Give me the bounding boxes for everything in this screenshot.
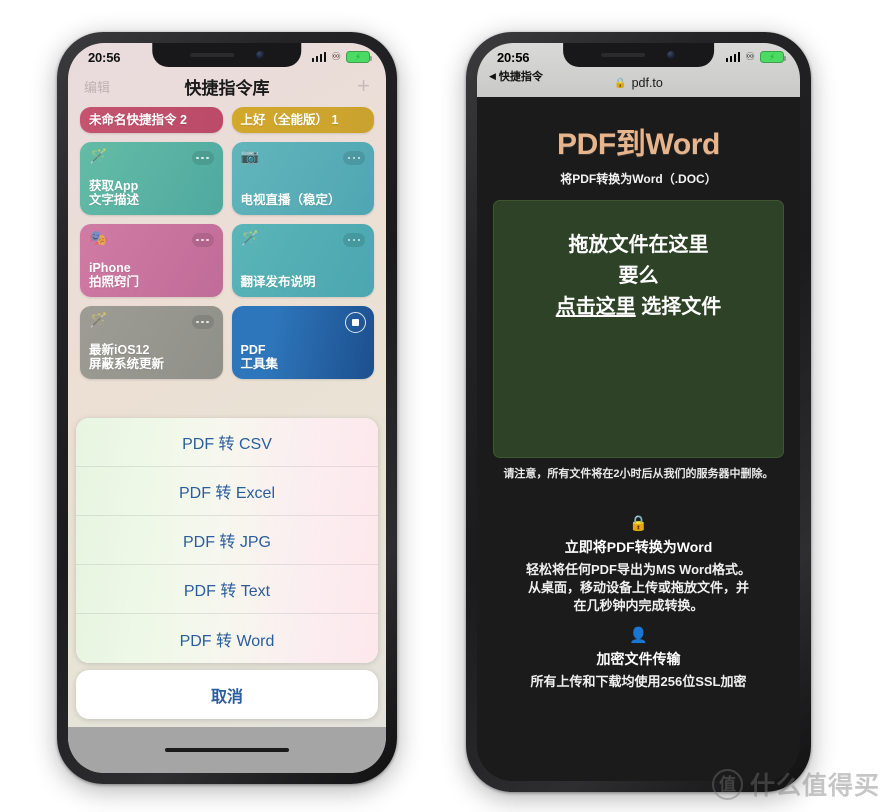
- shortcut-card[interactable]: 🪄 获取App 文字描述: [80, 142, 223, 215]
- shortcut-options-button[interactable]: [343, 233, 365, 247]
- safari-browser: 20:56 ♾ ⚡ 🔒 pdf.to ◀ 快捷指令 PDF到Word 将PDF转…: [477, 43, 800, 781]
- user-lock-icon: 👤: [629, 626, 648, 644]
- earpiece-speaker: [601, 53, 646, 57]
- notch: [562, 43, 715, 67]
- feature-heading: 立即将PDF转换为Word: [564, 538, 713, 555]
- pdf-to-page: PDF到Word 将PDF转换为Word（.DOC） 拖放文件在这里 要么 点击…: [477, 97, 800, 781]
- lock-icon: 🔒: [614, 77, 627, 89]
- cancel-button[interactable]: 取消: [76, 670, 378, 719]
- status-indicators: ♾ ⚡: [725, 50, 786, 63]
- page-title: 快捷指令库: [184, 78, 270, 98]
- shortcut-options-button[interactable]: [191, 315, 214, 329]
- shortcut-name: 获取App 文字描述: [89, 179, 140, 207]
- page-subheading: 将PDF转换为Word（.DOC）: [560, 172, 717, 186]
- cellular-signal-icon: [311, 52, 327, 62]
- dropzone-line-3: 点击这里 选择文件: [556, 290, 722, 319]
- network-activity-icon: ♾: [745, 50, 755, 63]
- feature-body: 所有上传和下载均使用256位SSL加密: [530, 673, 747, 689]
- shortcut-name: 未命名快捷指令 2: [89, 112, 187, 127]
- back-to-app-link[interactable]: ◀ 快捷指令: [489, 68, 543, 84]
- feature-body: 轻松将任何PDF导出为MS Word格式。 从桌面，移动设备上传或拖放文件，并 …: [525, 561, 752, 613]
- shortcut-card[interactable]: 🎭 iPhone 拍照窍门: [80, 224, 223, 297]
- lock-icon: 🔒: [629, 514, 648, 532]
- action-sheet-option[interactable]: PDF 转 Excel: [76, 467, 378, 516]
- notch: [152, 43, 302, 67]
- url-text: pdf.to: [631, 76, 663, 90]
- feature-convert: 🔒 立即将PDF转换为Word 轻松将任何PDF导出为MS Word格式。 从桌…: [491, 516, 786, 615]
- left-phone-screen: 20:56 ♾ ⚡ 编辑 快捷指令库 + 未命名快捷指令 2 上好（全能版） 1 🪄…: [68, 43, 386, 773]
- file-dropzone[interactable]: 拖放文件在这里 要么 点击这里 选择文件: [493, 200, 784, 458]
- edit-button[interactable]: 编辑: [84, 77, 110, 96]
- feature-heading: 加密文件传输: [596, 650, 681, 667]
- left-phone-frame: 20:56 ♾ ⚡ 编辑 快捷指令库 + 未命名快捷指令 2 上好（全能版） 1 🪄…: [57, 32, 397, 784]
- cellular-signal-icon: [725, 52, 741, 62]
- action-sheet: PDF 转 CSV PDF 转 Excel PDF 转 JPG PDF 转 Text P…: [68, 418, 386, 727]
- stop-running-icon[interactable]: [345, 312, 366, 333]
- add-shortcut-button[interactable]: +: [357, 75, 370, 97]
- back-arrow-icon: ◀: [489, 70, 496, 81]
- shortcut-options-button[interactable]: [191, 233, 214, 247]
- action-sheet-option[interactable]: PDF 转 CSV: [76, 418, 378, 467]
- status-time: 20:56: [497, 49, 530, 65]
- battery-charging-icon: ⚡: [346, 51, 372, 63]
- back-label: 快捷指令: [498, 71, 543, 83]
- dropzone-line-2: 要么: [618, 265, 659, 287]
- shortcut-name: 最新iOS12 屏蔽系统更新: [89, 343, 165, 371]
- network-activity-icon: ♾: [331, 50, 341, 63]
- action-sheet-option[interactable]: PDF 转 Text: [76, 565, 378, 614]
- shortcut-card[interactable]: 上好（全能版） 1: [231, 107, 374, 133]
- earpiece-speaker: [189, 53, 234, 57]
- home-indicator-area: [68, 727, 386, 773]
- right-phone-frame: 20:56 ♾ ⚡ 🔒 pdf.to ◀ 快捷指令 PDF到Word 将PDF转…: [466, 32, 811, 792]
- action-sheet-options: PDF 转 CSV PDF 转 Excel PDF 转 JPG PDF 转 Text P…: [76, 418, 378, 663]
- action-sheet-option[interactable]: PDF 转 JPG: [76, 516, 378, 565]
- shortcut-name: 上好（全能版） 1: [240, 112, 339, 127]
- shortcut-card[interactable]: 🪄 最新iOS12 屏蔽系统更新: [80, 306, 223, 379]
- shortcuts-grid: 未命名快捷指令 2 上好（全能版） 1 🪄 获取App 文字描述 📷 电视直播（稳定） 🎭 i…: [68, 107, 386, 379]
- shortcut-options-button[interactable]: [343, 151, 365, 165]
- front-camera-icon: [255, 51, 264, 59]
- battery-charging-icon: ⚡: [760, 51, 786, 63]
- shortcut-card[interactable]: 📷 电视直播（稳定）: [231, 142, 374, 215]
- shortcut-name: 电视直播（稳定）: [240, 193, 341, 207]
- page-heading: PDF到Word: [557, 128, 720, 161]
- shortcuts-app: 20:56 ♾ ⚡ 编辑 快捷指令库 + 未命名快捷指令 2 上好（全能版） 1 🪄…: [68, 43, 386, 773]
- shortcut-card[interactable]: PDF 工具集: [231, 306, 374, 379]
- feature-encryption: 👤 加密文件传输 所有上传和下载均使用256位SSL加密: [491, 628, 786, 691]
- shortcut-card[interactable]: 🪄 翻译发布说明: [231, 224, 374, 297]
- dropzone-line-1: 拖放文件在这里: [568, 234, 709, 256]
- retention-note: 请注意，所有文件将在2小时后从我们的服务器中删除。: [503, 468, 774, 480]
- choose-file-link[interactable]: 点击这里: [556, 296, 636, 318]
- status-time: 20:56: [88, 49, 121, 65]
- shortcut-card[interactable]: 未命名快捷指令 2: [80, 107, 223, 133]
- shortcut-options-button[interactable]: [191, 151, 214, 165]
- shortcuts-nav-bar: 编辑 快捷指令库 +: [68, 69, 386, 107]
- shortcut-name: 翻译发布说明: [240, 275, 316, 289]
- right-phone-screen: 20:56 ♾ ⚡ 🔒 pdf.to ◀ 快捷指令 PDF到Word 将PDF转…: [477, 43, 800, 781]
- shortcut-name: iPhone 拍照窍门: [89, 261, 140, 289]
- status-indicators: ♾ ⚡: [311, 50, 372, 63]
- bolt-icon: ⚡: [354, 51, 362, 62]
- shortcut-name: PDF 工具集: [240, 343, 279, 371]
- action-sheet-option[interactable]: PDF 转 Word: [76, 614, 378, 663]
- home-indicator[interactable]: [165, 748, 289, 752]
- front-camera-icon: [667, 51, 676, 59]
- bolt-icon: ⚡: [768, 51, 776, 62]
- choose-file-rest: 选择文件: [635, 296, 722, 318]
